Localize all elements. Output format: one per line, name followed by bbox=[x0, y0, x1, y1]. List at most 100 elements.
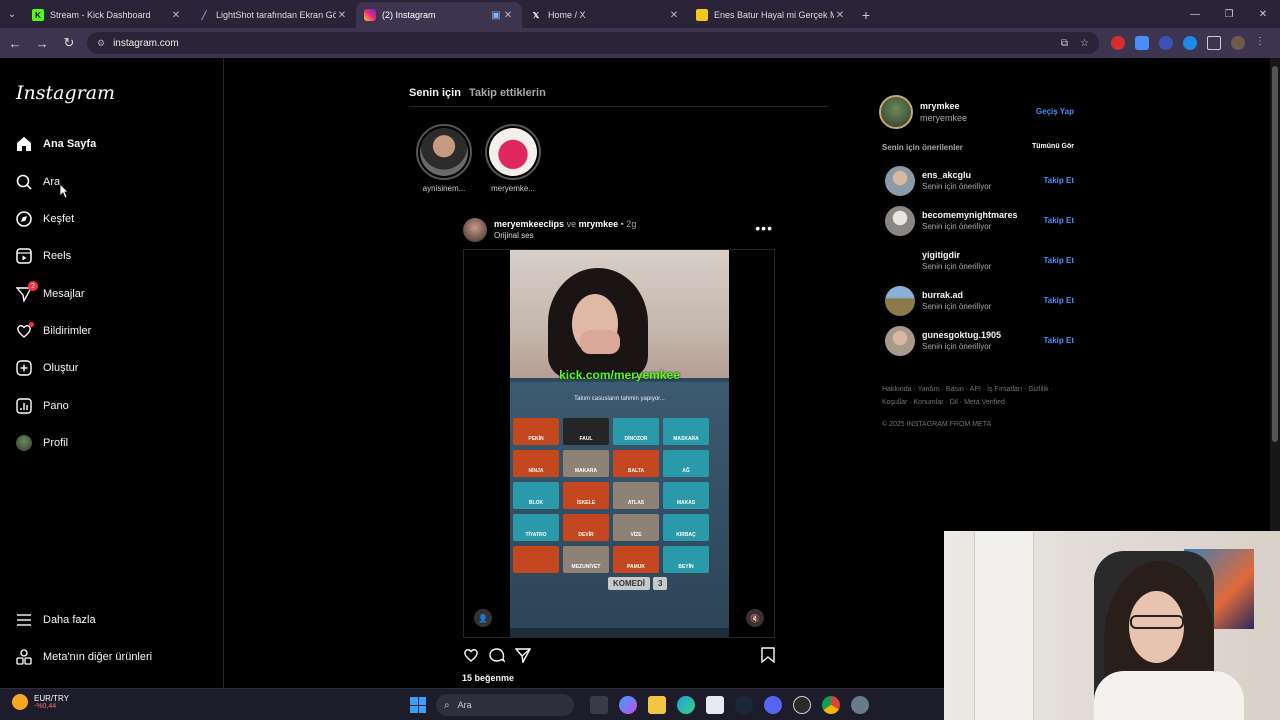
ticker-change: -%0,44 bbox=[34, 703, 57, 710]
copilot-icon[interactable] bbox=[619, 696, 637, 714]
tab-x[interactable]: 𝕏 Home / X ✕ bbox=[522, 2, 688, 28]
reload-icon[interactable]: ↻ bbox=[57, 31, 81, 55]
chrome-menu-icon[interactable]: ⋮ bbox=[1255, 36, 1265, 50]
suggestion-username[interactable]: yigitigdir bbox=[922, 250, 960, 260]
tab-lightshot[interactable]: ╱ LightShot tarafından Ekran Gör ✕ bbox=[190, 2, 356, 28]
nav-search[interactable]: Ara bbox=[16, 174, 60, 190]
chrome-icon[interactable] bbox=[822, 696, 840, 714]
more-options-icon[interactable]: ••• bbox=[755, 220, 773, 236]
settings-icon[interactable] bbox=[851, 696, 869, 714]
current-user-avatar[interactable] bbox=[879, 95, 913, 129]
see-all-button[interactable]: Tümünü Gör bbox=[1032, 143, 1074, 150]
nav-notifications[interactable]: Bildirimler bbox=[16, 322, 91, 339]
share-icon[interactable] bbox=[514, 647, 532, 668]
current-username[interactable]: mrymkee bbox=[920, 101, 960, 111]
follow-button[interactable]: Takip Et bbox=[1043, 216, 1074, 225]
close-window-icon[interactable]: ✕ bbox=[1246, 0, 1280, 28]
tab-search-icon[interactable]: ⌄ bbox=[0, 0, 24, 28]
back-icon[interactable]: ← bbox=[3, 31, 27, 55]
site-info-icon[interactable]: ⚙ bbox=[97, 38, 105, 49]
close-tab-icon[interactable]: ✕ bbox=[502, 10, 514, 21]
tab-instagram[interactable]: (2) Instagram ▣ ✕ bbox=[356, 2, 522, 28]
post-author-avatar[interactable] bbox=[463, 218, 487, 242]
nav-more[interactable]: Daha fazla bbox=[16, 612, 96, 628]
file-explorer-icon[interactable] bbox=[648, 696, 666, 714]
edge-icon[interactable] bbox=[677, 696, 695, 714]
steam-icon[interactable] bbox=[735, 696, 753, 714]
likes-count[interactable]: 15 beğenme bbox=[462, 673, 514, 683]
post-audio[interactable]: Orijinal ses bbox=[494, 231, 534, 240]
follow-button[interactable]: Takip Et bbox=[1043, 176, 1074, 185]
post-author-1[interactable]: meryemkeeclips bbox=[494, 219, 564, 229]
hamburger-menu-icon bbox=[16, 612, 32, 628]
nav-explore[interactable]: Keşfet bbox=[16, 211, 74, 227]
install-app-icon[interactable]: ⧉ bbox=[1061, 38, 1068, 49]
new-tab-button[interactable]: + bbox=[854, 2, 878, 28]
tab-following[interactable]: Takip ettiklerin bbox=[469, 87, 546, 106]
extension-translate-icon[interactable] bbox=[1135, 36, 1149, 50]
mute-icon[interactable]: 🔇 bbox=[746, 609, 764, 627]
suggestion-avatar[interactable] bbox=[885, 166, 915, 196]
extension-blue-icon[interactable] bbox=[1183, 36, 1197, 50]
discord-icon[interactable] bbox=[764, 696, 782, 714]
follow-button[interactable]: Takip Et bbox=[1043, 256, 1074, 265]
suggestion-avatar[interactable] bbox=[885, 286, 915, 316]
nav-profile[interactable]: Profil bbox=[16, 435, 68, 451]
game-card: BALTA bbox=[613, 450, 659, 477]
tab-kick[interactable]: K Stream - Kick Dashboard ✕ bbox=[24, 2, 190, 28]
search-icon bbox=[16, 174, 32, 190]
extension-sound-icon[interactable] bbox=[1159, 36, 1173, 50]
game-card: AĞ bbox=[663, 450, 709, 477]
forward-icon[interactable]: → bbox=[30, 31, 54, 55]
suggestion-username[interactable]: burrak.ad bbox=[922, 290, 963, 300]
extension-red-icon[interactable] bbox=[1111, 36, 1125, 50]
url-input[interactable]: ⚙ instagram.com ⧉ ☆ bbox=[87, 32, 1099, 54]
suggestion-avatar[interactable] bbox=[885, 246, 915, 276]
save-icon[interactable] bbox=[761, 647, 775, 668]
follow-button[interactable]: Takip Et bbox=[1043, 336, 1074, 345]
nav-create[interactable]: Oluştur bbox=[16, 360, 78, 376]
comment-icon[interactable] bbox=[489, 647, 506, 668]
scrollbar-thumb[interactable] bbox=[1272, 66, 1278, 442]
close-tab-icon[interactable]: ✕ bbox=[336, 10, 348, 21]
story-item[interactable]: aynisinem... bbox=[415, 124, 473, 193]
bookmark-star-icon[interactable]: ☆ bbox=[1080, 38, 1089, 49]
ticker-widget[interactable]: EUR/TRY -%0,44 bbox=[12, 694, 69, 710]
suggestion-username[interactable]: becomemynightmares bbox=[922, 210, 1018, 220]
nav-dashboard[interactable]: Pano bbox=[16, 398, 69, 414]
story-item[interactable]: meryemke... bbox=[484, 124, 542, 193]
minimize-icon[interactable]: — bbox=[1178, 0, 1212, 28]
suggestion-avatar[interactable] bbox=[885, 326, 915, 356]
footer-links[interactable]: Hakkında · Yardım · Basın · API · İş Fır… bbox=[882, 383, 1072, 409]
tab-for-you[interactable]: Senin için bbox=[409, 87, 461, 106]
tab-youtube[interactable]: Enes Batur Hayal mi Gerçek Mi? ✕ bbox=[688, 2, 854, 28]
game-card: FAUL bbox=[563, 418, 609, 445]
nav-messages[interactable]: 2 Mesajlar bbox=[16, 281, 85, 302]
store-icon[interactable] bbox=[706, 696, 724, 714]
follow-button[interactable]: Takip Et bbox=[1043, 296, 1074, 305]
close-tab-icon[interactable]: ✕ bbox=[170, 10, 182, 21]
close-tab-icon[interactable]: ✕ bbox=[834, 10, 846, 21]
post-media[interactable]: kick.com/meryemkee Takım casusların tahm… bbox=[463, 249, 775, 638]
instagram-logo[interactable]: Instagram bbox=[16, 82, 115, 104]
nav-meta-products[interactable]: Meta'nın diğer ürünleri bbox=[16, 649, 152, 665]
like-icon[interactable] bbox=[463, 647, 479, 668]
extensions-puzzle-icon[interactable] bbox=[1207, 36, 1221, 50]
suggestion-username[interactable]: gunesgoktug.1905 bbox=[922, 330, 1001, 340]
nav-home[interactable]: Ana Sayfa bbox=[16, 136, 96, 152]
restore-icon[interactable]: ❐ bbox=[1212, 0, 1246, 28]
game-card: MASKARA bbox=[663, 418, 709, 445]
taskbar-search[interactable]: ⌕ Ara bbox=[436, 694, 574, 716]
task-view-icon[interactable] bbox=[590, 696, 608, 714]
windows-start-icon[interactable] bbox=[410, 697, 426, 713]
profile-avatar-icon[interactable] bbox=[1231, 36, 1245, 50]
tagged-user-icon[interactable]: 👤 bbox=[474, 609, 492, 627]
close-tab-icon[interactable]: ✕ bbox=[668, 10, 680, 21]
nav-reels[interactable]: Reels bbox=[16, 248, 71, 264]
obs-icon[interactable] bbox=[793, 696, 811, 714]
cast-icon[interactable]: ▣ bbox=[490, 10, 502, 21]
suggestion-username[interactable]: ens_akcglu bbox=[922, 170, 971, 180]
switch-account-button[interactable]: Geçiş Yap bbox=[1036, 107, 1074, 116]
suggestion-avatar[interactable] bbox=[885, 206, 915, 236]
post-author-2[interactable]: mrymkee bbox=[579, 219, 619, 229]
